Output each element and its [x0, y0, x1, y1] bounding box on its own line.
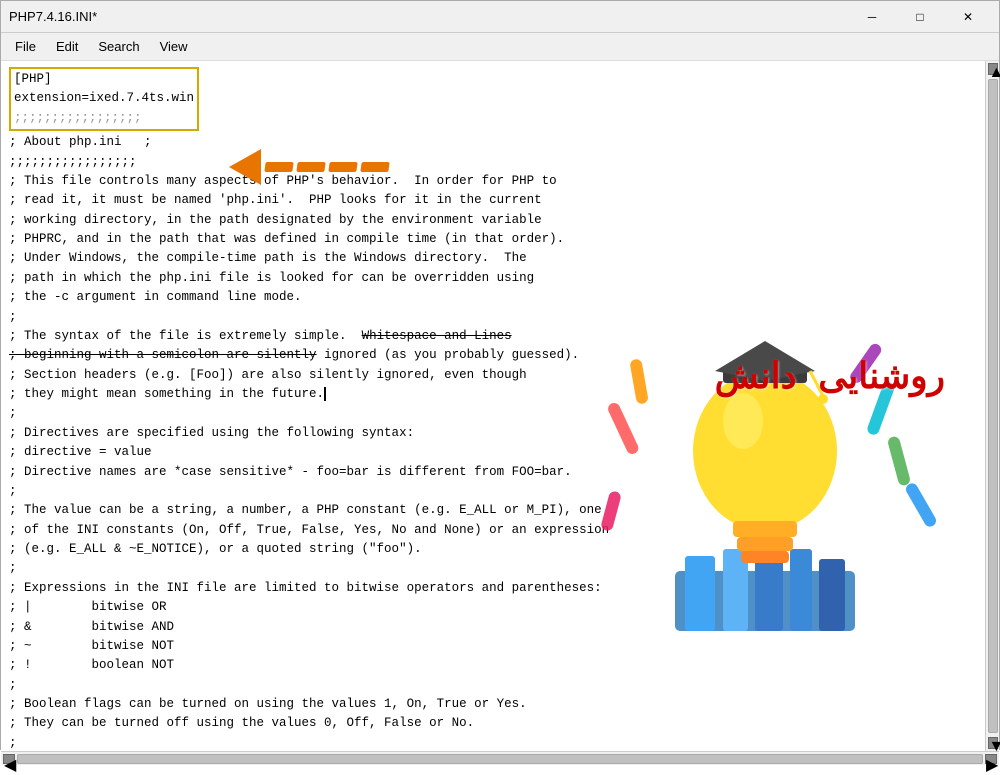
menu-file[interactable]: File — [5, 35, 46, 58]
close-button[interactable]: ✕ — [945, 1, 991, 33]
window-controls: ─ □ ✕ — [849, 1, 991, 33]
scroll-left-arrow[interactable]: ◀ — [3, 754, 15, 764]
scrollbar[interactable]: ▲ ▼ — [985, 61, 999, 751]
scroll-up-arrow[interactable]: ▲ — [988, 63, 998, 75]
text-cursor — [324, 387, 326, 401]
highlight-box: [PHP]extension=ixed.7.4ts.win ;;;;;;;;;;… — [9, 67, 199, 131]
scroll-thumb[interactable] — [988, 79, 998, 733]
editor-content: ; About php.ini ; ;;;;;;;;;;;;;;;;; ; Th… — [9, 133, 977, 751]
main-area: [PHP]extension=ixed.7.4ts.win ;;;;;;;;;;… — [1, 61, 999, 751]
titlebar: PHP7.4.16.INI* ─ □ ✕ — [1, 1, 999, 33]
menubar: File Edit Search View — [1, 33, 999, 61]
minimize-button[interactable]: ─ — [849, 1, 895, 33]
scroll-right-arrow[interactable]: ▶ — [985, 754, 997, 764]
scroll-down-arrow[interactable]: ▼ — [988, 737, 998, 749]
highlighted-section: [PHP]extension=ixed.7.4ts.win ;;;;;;;;;;… — [9, 67, 977, 131]
strikethrough-text: Whitespace and Lines ; beginning with a … — [9, 329, 512, 362]
menu-edit[interactable]: Edit — [46, 35, 88, 58]
maximize-button[interactable]: □ — [897, 1, 943, 33]
window-title: PHP7.4.16.INI* — [9, 9, 97, 24]
horizontal-scroll-thumb[interactable] — [17, 754, 983, 764]
menu-search[interactable]: Search — [88, 35, 149, 58]
menu-view[interactable]: View — [150, 35, 198, 58]
horizontal-scrollbar[interactable]: ◀ ▶ — [1, 751, 999, 765]
line-php-header: [PHP]extension=ixed.7.4ts.win ;;;;;;;;;;… — [14, 72, 194, 125]
editor-area[interactable]: [PHP]extension=ixed.7.4ts.win ;;;;;;;;;;… — [1, 61, 985, 751]
